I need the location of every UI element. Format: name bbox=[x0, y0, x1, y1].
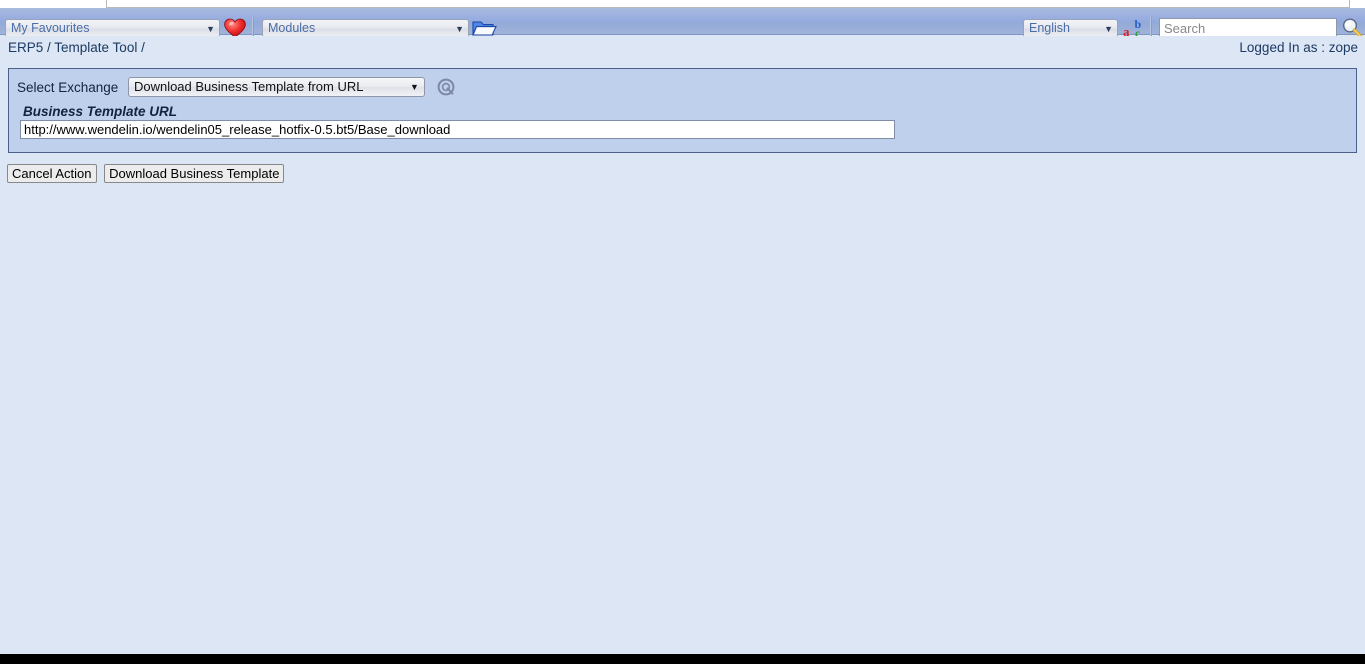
action-buttons: Cancel Action Download Business Template bbox=[7, 164, 288, 183]
top-cutoff-box bbox=[106, 0, 1350, 8]
business-template-url-label: Business Template URL bbox=[23, 104, 178, 119]
cancel-action-button[interactable]: Cancel Action bbox=[7, 164, 97, 183]
bottom-black-strip bbox=[0, 654, 1365, 664]
business-template-url-input[interactable] bbox=[20, 120, 895, 139]
select-exchange-value: Download Business Template from URL bbox=[133, 79, 364, 94]
download-business-template-button[interactable]: Download Business Template bbox=[104, 164, 285, 183]
chevron-down-icon: ▼ bbox=[410, 82, 419, 92]
refresh-circle-icon[interactable] bbox=[436, 77, 456, 97]
exchange-form-panel: Select Exchange Download Business Templa… bbox=[8, 68, 1357, 153]
breadcrumb[interactable]: ERP5 / Template Tool / bbox=[8, 40, 145, 55]
breadcrumb-row: ERP5 / Template Tool / Logged In as : zo… bbox=[0, 36, 1365, 61]
logged-in-status: Logged In as : zope bbox=[1239, 40, 1358, 55]
select-exchange-dropdown[interactable]: Download Business Template from URL ▼ bbox=[127, 77, 425, 97]
favourites-select-value: My Favourites bbox=[11, 21, 90, 35]
language-select-value: English bbox=[1029, 21, 1070, 35]
search-input[interactable] bbox=[1159, 18, 1337, 38]
page-top-sliver bbox=[0, 0, 1365, 8]
modules-select-value: Modules bbox=[268, 21, 316, 35]
exchange-row: Select Exchange Download Business Templa… bbox=[17, 77, 456, 99]
select-exchange-label: Select Exchange bbox=[17, 79, 119, 95]
main-toolbar: My Favourites ▼ Modules ▼ English ▼ b a … bbox=[0, 8, 1365, 40]
